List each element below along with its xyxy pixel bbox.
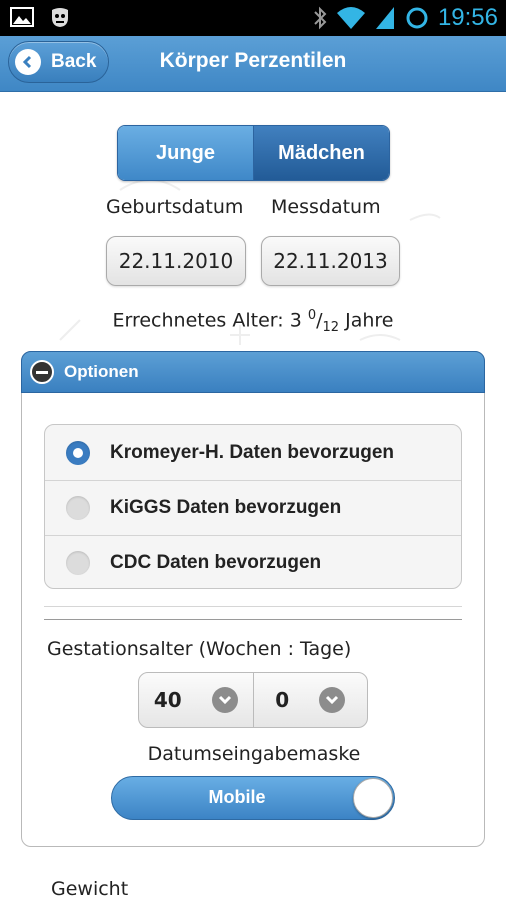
radio-unselected-icon: [66, 551, 90, 575]
sync-icon: [406, 7, 428, 29]
age-unit: Jahre: [345, 309, 394, 332]
header-bar: Back Körper Perzentilen: [0, 36, 506, 92]
birth-date-field[interactable]: 22.11.2010: [106, 236, 246, 286]
computed-age: Errechnetes Alter: 3 0/12 Jahre: [112, 308, 394, 336]
measure-date-label: Messdatum: [271, 196, 381, 218]
chevron-down-icon: [319, 687, 346, 713]
divider: [44, 619, 462, 620]
gender-junge-button[interactable]: Junge: [118, 126, 254, 180]
back-button-label: Back: [51, 51, 97, 72]
radio-selected-icon: [66, 440, 90, 465]
toggle-knob[interactable]: [353, 778, 393, 818]
age-numerator: 0: [307, 308, 317, 323]
age-denominator: 12: [322, 320, 340, 336]
radio-unselected-icon: [66, 496, 90, 520]
radio-label: CDC Daten bevorzugen: [110, 552, 322, 573]
gestation-days-value: 0: [275, 688, 290, 712]
gestation-label: Gestationsalter (Wochen : Tage): [47, 638, 352, 660]
wifi-icon: [336, 7, 365, 29]
radio-kromeyer[interactable]: Kromeyer-H. Daten bevorzugen: [45, 425, 461, 480]
age-years: 3: [289, 309, 302, 332]
status-bar: 19:56: [0, 0, 506, 36]
weight-label: Gewicht: [51, 878, 129, 900]
date-mask-toggle[interactable]: Mobile: [111, 776, 395, 820]
options-header[interactable]: Optionen: [21, 351, 485, 393]
radio-label: Kromeyer-H. Daten bevorzugen: [110, 441, 395, 463]
privacy-mask-icon: [52, 8, 68, 27]
gallery-icon: [10, 7, 34, 27]
data-source-radio-group: Kromeyer-H. Daten bevorzugen KiGGS Daten…: [44, 424, 462, 589]
status-time: 19:56: [437, 4, 498, 31]
gestation-selector: 40 0: [138, 672, 368, 728]
options-title: Optionen: [64, 362, 139, 381]
gestation-weeks-value: 40: [153, 688, 182, 712]
radio-cdc[interactable]: CDC Daten bevorzugen: [45, 535, 461, 588]
chevron-left-icon: [15, 49, 41, 75]
collapse-minus-icon: [30, 360, 54, 384]
signal-icon: [375, 7, 394, 29]
bluetooth-icon: [314, 6, 327, 30]
page-title: Körper Perzentilen: [159, 49, 347, 72]
date-mask-label: Datumseingabemaske: [147, 743, 361, 765]
gender-selector: Junge Mädchen: [117, 125, 390, 181]
gender-maedchen-button[interactable]: Mädchen: [254, 126, 389, 180]
radio-kiggs[interactable]: KiGGS Daten bevorzugen: [45, 480, 461, 535]
divider: [44, 606, 462, 607]
toggle-label: Mobile: [208, 787, 266, 807]
chevron-down-icon: [211, 687, 238, 713]
radio-label: KiGGS Daten bevorzugen: [110, 497, 342, 518]
back-button[interactable]: Back: [8, 41, 109, 83]
gestation-weeks-select[interactable]: 40: [139, 673, 253, 727]
birth-date-label: Geburtsdatum: [106, 196, 244, 218]
background-watermark: [59, 179, 441, 345]
options-panel: Optionen Kromeyer-H. Daten bevorzugen Ki…: [21, 351, 485, 847]
gestation-days-select[interactable]: 0: [252, 673, 368, 727]
measure-date-field[interactable]: 22.11.2013: [261, 236, 400, 286]
age-label: Errechnetes Alter:: [112, 309, 284, 332]
